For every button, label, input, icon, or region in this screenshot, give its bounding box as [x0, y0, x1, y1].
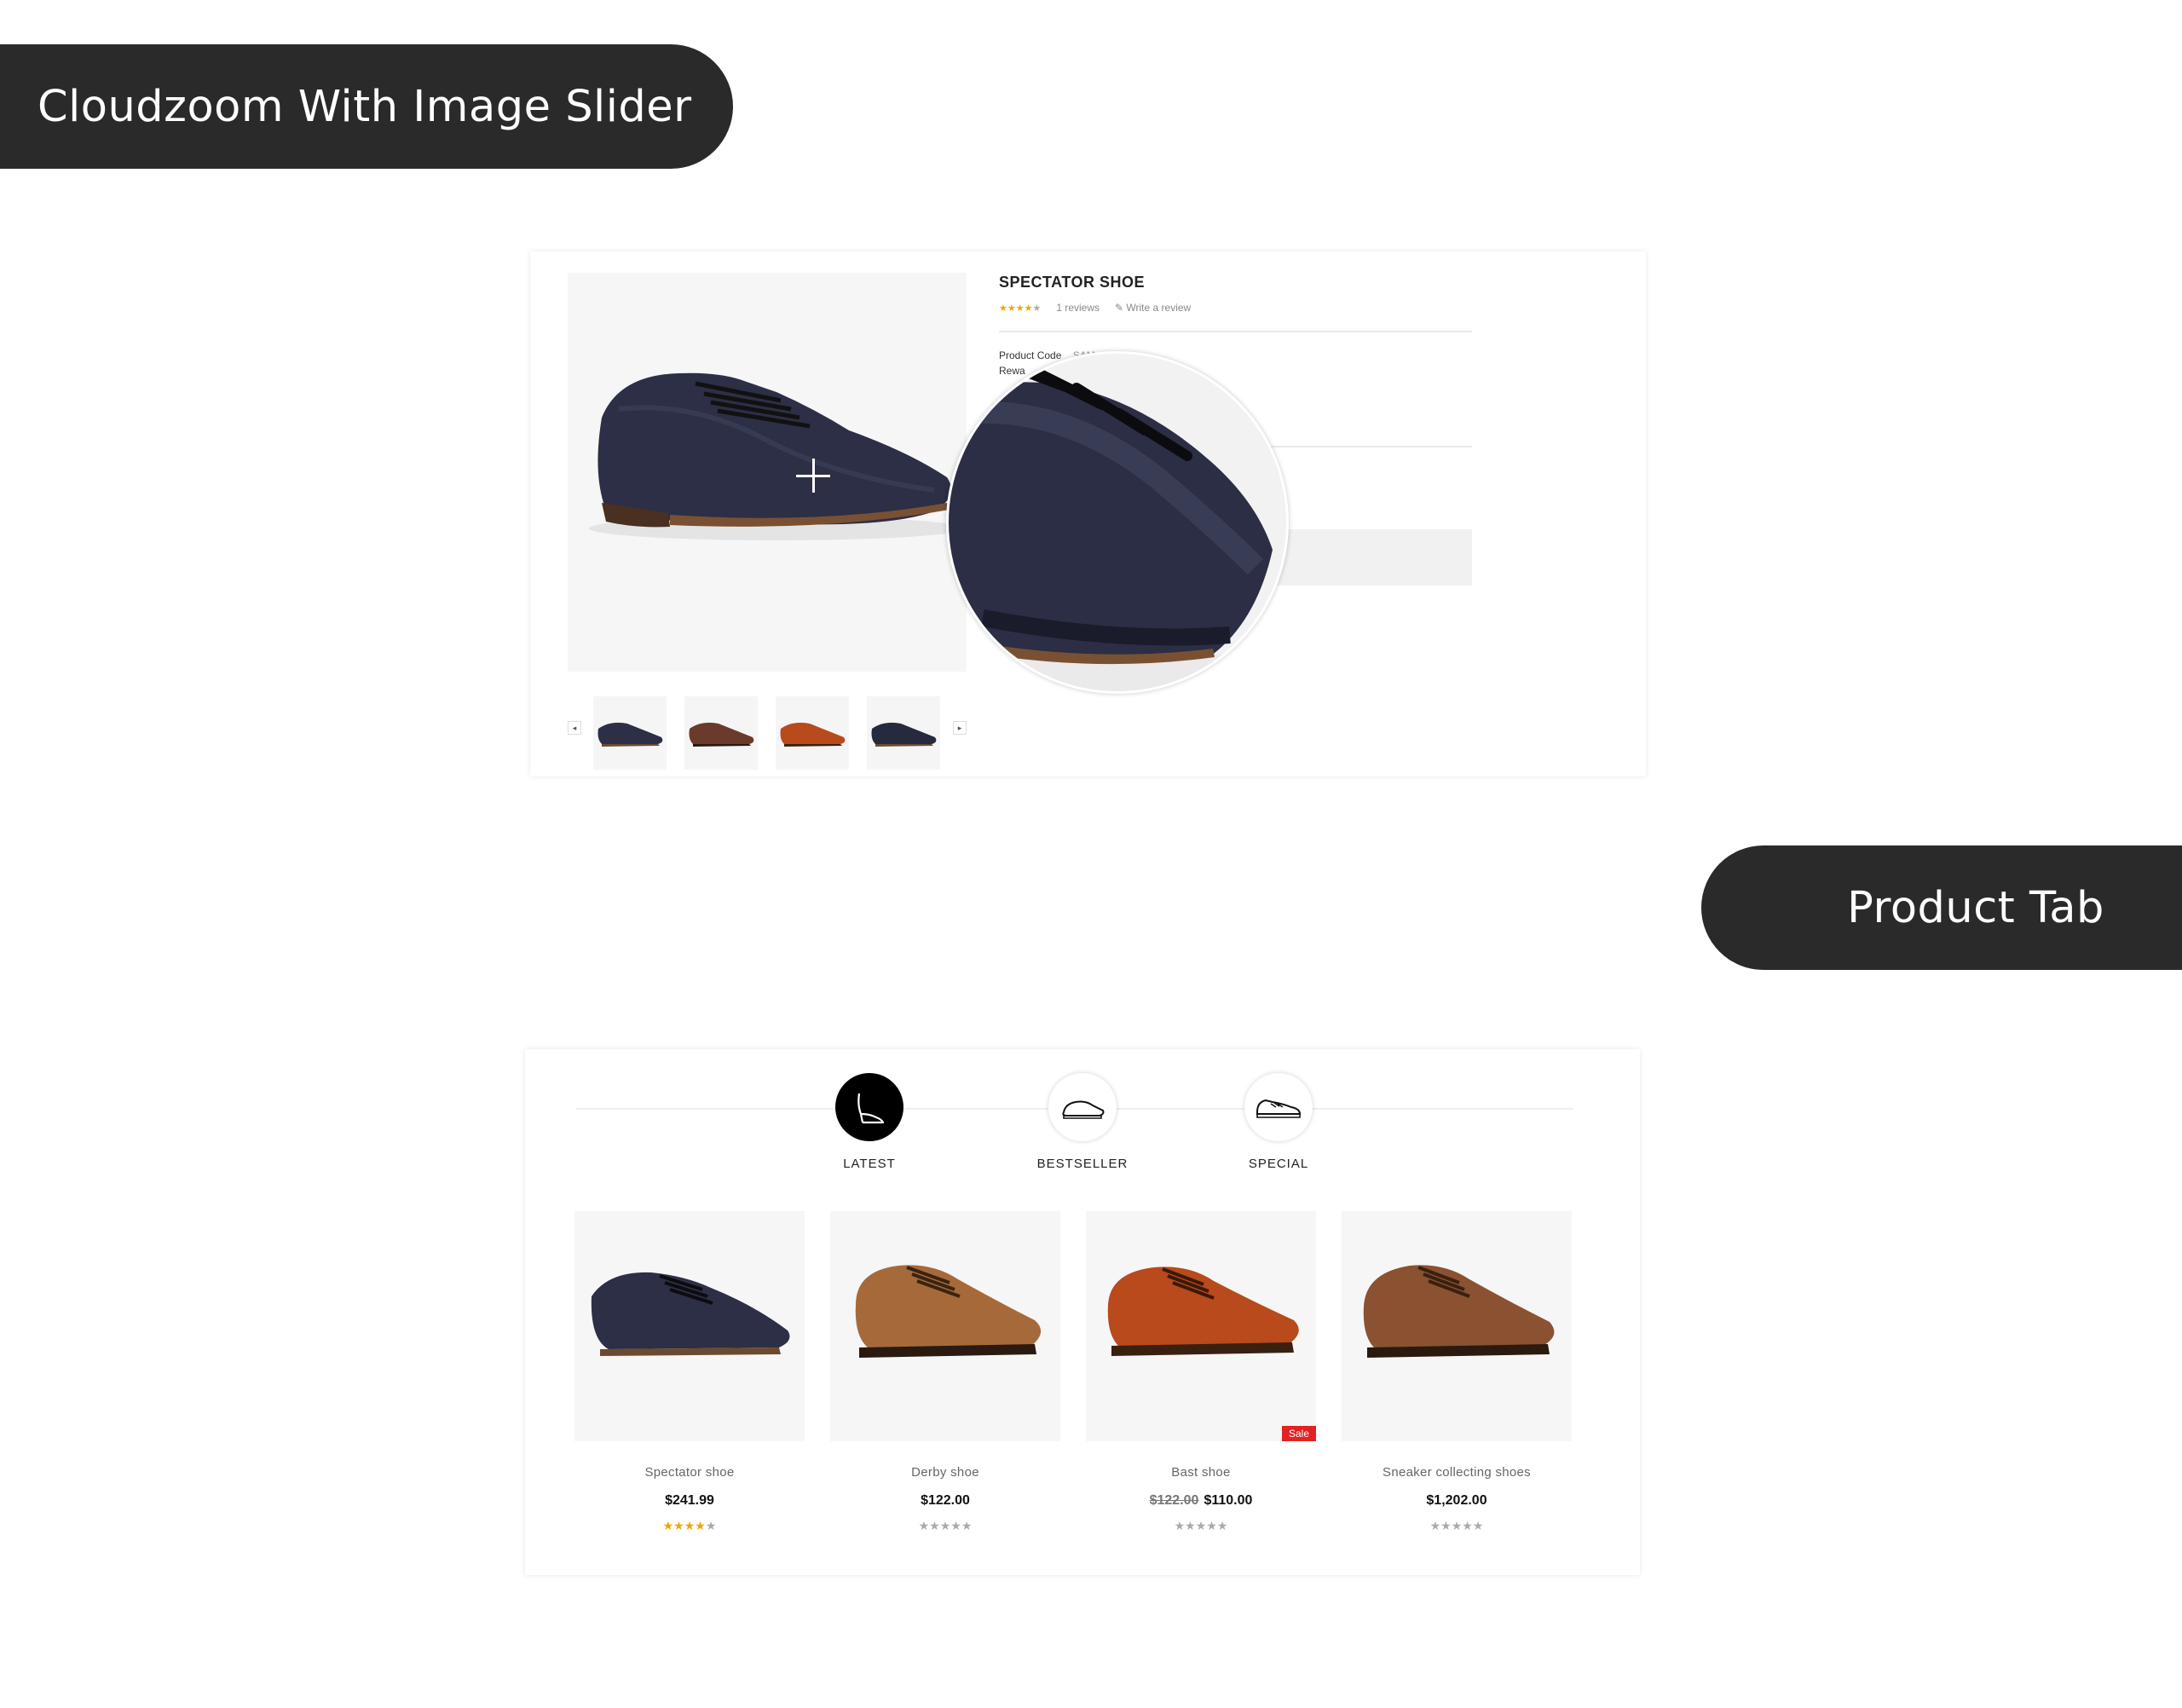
price-current: $122.00: [921, 1493, 970, 1508]
thumb-next-button[interactable]: ▸: [953, 721, 967, 735]
reviews-link[interactable]: 1 reviews: [1056, 302, 1100, 314]
slipper-icon: [1062, 1100, 1105, 1119]
price-current: $1,202.00: [1426, 1493, 1487, 1508]
product-card[interactable]: Sale Bast shoe $122.00 $110.00 ★★★★★: [1086, 1211, 1316, 1533]
product-price: $1,202.00: [1342, 1493, 1572, 1509]
tab-latest-circle: [835, 1073, 903, 1141]
product-tab-banner-label: Product Tab: [1847, 882, 2104, 933]
chevron-left-icon: ◂: [572, 723, 577, 732]
product-title: SPECTATOR SHOE: [999, 274, 1146, 291]
product-tab-banner: Product Tab: [1701, 845, 2182, 970]
rating-stars: ★★★★★: [999, 303, 1042, 314]
product-rating: ★★★★★: [662, 1519, 717, 1532]
tab-special-circle: [1244, 1073, 1313, 1141]
thumbnail-slider: ◂ ▸: [568, 696, 967, 770]
product-rating: ★★★★★: [918, 1519, 973, 1532]
navy-shoe-image: [589, 372, 964, 540]
product-card[interactable]: Spectator shoe $241.99 ★★★★★: [574, 1211, 805, 1533]
tab-latest[interactable]: LATEST: [793, 1073, 946, 1171]
rating-row: ★★★★★ 1 reviews ✎ Write a review: [999, 302, 1472, 314]
tab-bestseller-label: BESTSELLER: [1036, 1157, 1129, 1171]
price-current: $241.99: [665, 1493, 714, 1508]
write-review-link[interactable]: Write a review: [1126, 302, 1191, 314]
navy-shoe-thumb-image-2: [871, 722, 937, 747]
spec-label: Rewa: [999, 365, 1025, 377]
product-card[interactable]: Derby shoe $122.00 ★★★★★: [830, 1211, 1060, 1533]
thumbnail-navy-2[interactable]: [867, 696, 940, 770]
navy-shoe-image: [591, 1272, 790, 1356]
product-price: $122.00 $110.00: [1086, 1493, 1316, 1509]
thumbnail-navy[interactable]: [593, 696, 667, 770]
product-image[interactable]: [574, 1211, 805, 1441]
thumbnail-brown[interactable]: [684, 696, 758, 770]
tan-derby-shoe-image: [855, 1265, 1042, 1358]
product-image[interactable]: [1342, 1211, 1572, 1441]
chevron-right-icon: ▸: [957, 723, 962, 732]
tab-special-label: SPECIAL: [1248, 1157, 1309, 1171]
product-rating: ★★★★★: [1174, 1519, 1228, 1532]
thumb-prev-button[interactable]: ◂: [568, 721, 581, 735]
cloudzoom-banner: Cloudzoom With Image Slider: [0, 44, 733, 169]
product-price: $241.99: [574, 1493, 805, 1509]
pencil-icon: ✎: [1115, 302, 1127, 314]
product-card[interactable]: Sneaker collecting shoes $1,202.00 ★★★★★: [1342, 1211, 1572, 1533]
thumbnail-orange[interactable]: [776, 696, 849, 770]
product-name[interactable]: Spectator shoe: [574, 1465, 805, 1480]
tab-special[interactable]: SPECIAL: [1202, 1073, 1355, 1171]
brown-brogue-shoe-image: [1363, 1265, 1555, 1358]
orange-brogue-shoe-image: [1107, 1267, 1299, 1356]
price-current: $110.00: [1204, 1493, 1253, 1508]
tab-bestseller[interactable]: BESTSELLER: [1006, 1073, 1159, 1171]
product-image[interactable]: Sale: [1086, 1211, 1316, 1441]
main-product-image[interactable]: [568, 273, 967, 672]
product-price: $122.00: [830, 1493, 1060, 1509]
tab-bestseller-circle: [1048, 1073, 1117, 1141]
product-name[interactable]: Sneaker collecting shoes: [1342, 1465, 1572, 1480]
product-tab-card: LATEST BESTSELLER SPECIAL Spectator shoe…: [525, 1049, 1640, 1575]
divider: [999, 331, 1472, 332]
zoom-crosshair-icon: [796, 459, 830, 493]
sneaker-icon: [1256, 1099, 1302, 1118]
product-name[interactable]: Bast shoe: [1086, 1465, 1316, 1480]
product-image[interactable]: [830, 1211, 1060, 1441]
zoomed-shoe-image: [949, 354, 1286, 691]
cloudzoom-banner-label: Cloudzoom With Image Slider: [38, 81, 692, 132]
zoom-lens: [946, 351, 1289, 694]
brown-shoe-thumb-image: [689, 722, 754, 747]
spec-label: Product Code: [999, 349, 1062, 361]
orange-shoe-thumb-image: [780, 722, 846, 747]
sale-badge: Sale: [1281, 1426, 1316, 1441]
tab-latest-label: LATEST: [843, 1157, 896, 1171]
high-heel-icon: [857, 1093, 885, 1124]
product-rating: ★★★★★: [1429, 1519, 1484, 1532]
price-old: $122.00: [1149, 1493, 1199, 1508]
navy-shoe-thumb-image: [597, 722, 663, 747]
product-name[interactable]: Derby shoe: [830, 1465, 1060, 1480]
